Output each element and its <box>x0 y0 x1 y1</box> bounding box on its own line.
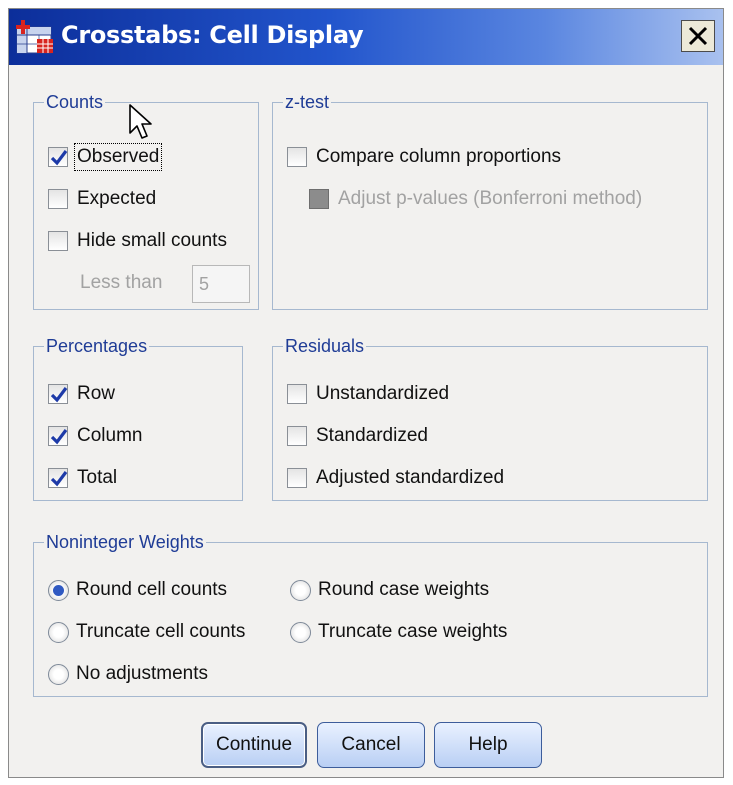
truncate-case-weights-radio[interactable]: Truncate case weights <box>290 619 507 645</box>
round-case-weights-radio[interactable]: Round case weights <box>290 577 489 603</box>
noninteger-weights-group: Noninteger Weights Round cell counts Rou… <box>33 531 708 697</box>
close-icon <box>688 26 708 46</box>
no-adjustments-radio-button[interactable] <box>48 663 69 685</box>
residuals-group-label: Residuals <box>283 335 367 357</box>
hide-small-counts-checkbox-box[interactable] <box>48 231 68 251</box>
adjusted-standardized-label: Adjusted standardized <box>316 467 505 488</box>
standardized-checkbox-box[interactable] <box>287 426 307 446</box>
counts-group-label: Counts <box>44 91 106 113</box>
round-cell-counts-radio-button[interactable] <box>48 579 69 601</box>
window-title: Crosstabs: Cell Display <box>61 21 364 49</box>
z-test-group: z-test Compare column proportions Adjust… <box>272 91 708 310</box>
no-adjustments-label: No adjustments <box>76 663 209 684</box>
round-cell-counts-label: Round cell counts <box>76 579 228 600</box>
column-percent-label: Column <box>77 425 143 446</box>
percentages-group: Percentages Row Column Total <box>33 335 243 501</box>
observed-checkbox-box[interactable] <box>48 147 68 167</box>
truncate-cell-counts-radio-button[interactable] <box>48 621 69 643</box>
adjusted-standardized-checkbox[interactable]: Adjusted standardized <box>287 465 504 491</box>
checkmark-icon <box>50 387 68 403</box>
column-percent-checkbox[interactable]: Column <box>48 423 142 449</box>
help-button[interactable]: Help <box>434 722 542 768</box>
round-case-weights-label: Round case weights <box>318 579 490 600</box>
mouse-pointer-icon <box>129 104 152 139</box>
truncate-cell-counts-radio[interactable]: Truncate cell counts <box>48 619 245 645</box>
adjust-p-values-label: Adjust p-values (Bonferroni method) <box>338 188 643 209</box>
observed-label: Observed <box>73 143 163 171</box>
unstandardized-checkbox-box[interactable] <box>287 384 307 404</box>
truncate-case-weights-label: Truncate case weights <box>318 621 508 642</box>
hide-small-counts-label: Hide small counts <box>77 230 227 251</box>
column-percent-checkbox-box[interactable] <box>48 426 68 446</box>
compare-column-proportions-checkbox-box[interactable] <box>287 147 307 167</box>
expected-checkbox-box[interactable] <box>48 189 68 209</box>
expected-checkbox[interactable]: Expected <box>48 186 156 212</box>
standardized-label: Standardized <box>316 425 428 446</box>
continue-button[interactable]: Continue <box>201 722 307 768</box>
z-test-group-label: z-test <box>283 91 332 113</box>
no-adjustments-radio[interactable]: No adjustments <box>48 661 208 687</box>
hide-small-counts-checkbox[interactable]: Hide small counts <box>48 228 227 254</box>
adjusted-standardized-checkbox-box[interactable] <box>287 468 307 488</box>
truncate-cell-counts-label: Truncate cell counts <box>76 621 246 642</box>
title-bar[interactable]: Crosstabs: Cell Display <box>9 9 723 65</box>
radio-selected-dot <box>53 584 64 596</box>
truncate-case-weights-radio-button[interactable] <box>290 621 311 643</box>
less-than-label: Less than <box>80 272 163 293</box>
total-percent-checkbox-box[interactable] <box>48 468 68 488</box>
total-percent-label: Total <box>77 467 118 488</box>
cancel-button[interactable]: Cancel <box>317 722 425 768</box>
row-percent-label: Row <box>77 383 116 404</box>
percentages-group-label: Percentages <box>44 335 150 357</box>
less-than-input[interactable]: 5 <box>192 265 250 303</box>
expected-label: Expected <box>77 188 157 209</box>
row-percent-checkbox-box[interactable] <box>48 384 68 404</box>
crosstabs-cell-display-dialog: Crosstabs: Cell Display Counts Observed … <box>8 8 724 778</box>
round-case-weights-radio-button[interactable] <box>290 579 311 601</box>
residuals-group: Residuals Unstandardized Standardized Ad… <box>272 335 708 501</box>
unstandardized-label: Unstandardized <box>316 383 450 404</box>
compare-column-proportions-label: Compare column proportions <box>316 146 562 167</box>
noninteger-weights-group-label: Noninteger Weights <box>44 531 206 553</box>
close-button[interactable] <box>681 20 715 52</box>
checkmark-icon <box>50 471 68 487</box>
crosstabs-app-icon <box>15 19 55 55</box>
checkmark-icon <box>50 429 68 445</box>
adjust-p-values-checkbox-box[interactable] <box>309 189 329 209</box>
observed-checkbox[interactable]: Observed <box>48 143 163 171</box>
checkmark-icon <box>50 150 68 166</box>
unstandardized-checkbox[interactable]: Unstandardized <box>287 381 449 407</box>
round-cell-counts-radio[interactable]: Round cell counts <box>48 577 227 603</box>
adjust-p-values-checkbox[interactable]: Adjust p-values (Bonferroni method) <box>309 186 642 212</box>
compare-column-proportions-checkbox[interactable]: Compare column proportions <box>287 144 561 170</box>
total-percent-checkbox[interactable]: Total <box>48 465 117 491</box>
standardized-checkbox[interactable]: Standardized <box>287 423 428 449</box>
row-percent-checkbox[interactable]: Row <box>48 381 115 407</box>
